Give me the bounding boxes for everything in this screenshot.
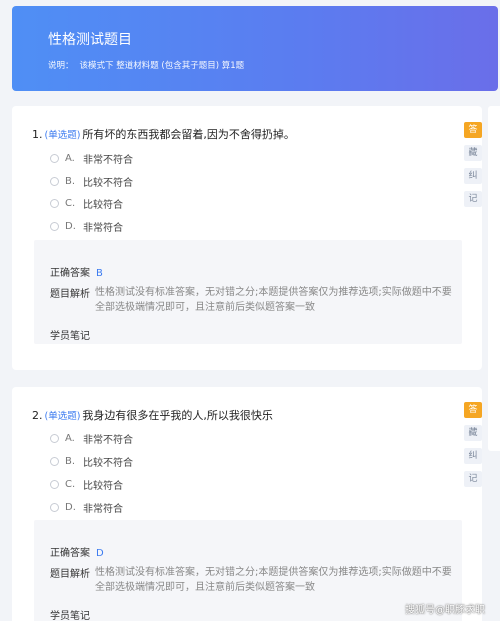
- answer-label: 正确答案: [50, 548, 90, 559]
- option-letter: D.: [65, 502, 76, 513]
- option-letter: A.: [65, 433, 75, 444]
- question-title: 1. (单选题) 所有坏的东西我都会留着,因为不舍得扔掉。: [32, 126, 295, 142]
- radio-icon[interactable]: [50, 154, 59, 163]
- option-label: 非常不符合: [83, 435, 133, 446]
- answer-value: B: [96, 268, 103, 279]
- question-text: 所有坏的东西我都会留着,因为不舍得扔掉。: [82, 128, 295, 141]
- option-label: 比较符合: [83, 481, 123, 492]
- page-title: 性格测试题目: [48, 32, 132, 48]
- option-d[interactable]: D. 非常符合: [50, 500, 123, 515]
- option-letter: D.: [65, 221, 76, 232]
- option-c[interactable]: C. 比较符合: [50, 196, 123, 211]
- answer-value: D: [96, 548, 104, 559]
- answer-tag-button[interactable]: 答: [464, 122, 482, 138]
- correct-answer: 正确答案 B: [50, 264, 103, 279]
- option-letter: B.: [65, 176, 76, 187]
- watermark: 搜狐号@职豚求职: [405, 605, 485, 616]
- student-notes[interactable]: 学员笔记: [50, 607, 90, 621]
- analysis-text: 性格测试没有标准答案，无对错之分;本题提供答案仅为推荐选项;实际做题中不要全部选…: [95, 287, 452, 313]
- option-letter: A.: [65, 153, 75, 164]
- option-label: 比较不符合: [83, 178, 133, 189]
- report-error-tag-button[interactable]: 纠: [464, 448, 482, 464]
- option-b[interactable]: B. 比较不符合: [50, 174, 133, 189]
- radio-icon[interactable]: [50, 503, 59, 512]
- question-number: 2.: [32, 409, 43, 422]
- radio-icon[interactable]: [50, 457, 59, 466]
- answer-tag-button[interactable]: 答: [464, 402, 482, 418]
- option-letter: C.: [65, 479, 76, 490]
- option-c[interactable]: C. 比较符合: [50, 477, 123, 492]
- favorite-tag-button[interactable]: 藏: [464, 145, 482, 161]
- option-label: 比较符合: [83, 200, 123, 211]
- answer-label: 正确答案: [50, 268, 90, 279]
- question-title: 2. (单选题) 我身边有很多在乎我的人,所以我很快乐: [32, 407, 273, 423]
- report-error-tag-button[interactable]: 纠: [464, 168, 482, 184]
- option-letter: B.: [65, 456, 76, 467]
- student-notes[interactable]: 学员笔记: [50, 327, 90, 342]
- radio-icon[interactable]: [50, 177, 59, 186]
- radio-icon[interactable]: [50, 434, 59, 443]
- note-tag-button[interactable]: 记: [464, 191, 482, 207]
- favorite-tag-button[interactable]: 藏: [464, 425, 482, 441]
- description-label: 说明：: [48, 61, 74, 71]
- question-type: (单选题): [44, 411, 81, 422]
- question-text: 我身边有很多在乎我的人,所以我很快乐: [82, 409, 273, 422]
- description-text: 该模式下 整道材料题 (包含其子题目) 算1题: [79, 61, 245, 71]
- radio-icon[interactable]: [50, 480, 59, 489]
- question-card: 2. (单选题) 我身边有很多在乎我的人,所以我很快乐 A. 非常不符合 B. 比较不符…: [12, 387, 482, 621]
- option-a[interactable]: A. 非常不符合: [50, 151, 133, 166]
- radio-icon[interactable]: [50, 222, 59, 231]
- page-header: 性格测试题目 说明： 该模式下 整道材料题 (包含其子题目) 算1题: [12, 6, 498, 91]
- option-label: 非常不符合: [83, 155, 133, 166]
- option-a[interactable]: A. 非常不符合: [50, 431, 133, 446]
- question-tools: 答 藏 纠 记: [464, 122, 482, 214]
- option-label: 比较不符合: [83, 458, 133, 469]
- question-card: 1. (单选题) 所有坏的东西我都会留着,因为不舍得扔掉。 A. 非常不符合 B. 比较…: [12, 106, 482, 370]
- question-tools: 答 藏 纠 记: [464, 402, 482, 494]
- answer-analysis-box: 正确答案 D 题目解析 性格测试没有标准答案，无对错之分;本题提供答案仅为推荐选项…: [34, 520, 462, 621]
- analysis-label: 题目解析: [50, 569, 90, 580]
- analysis-text: 性格测试没有标准答案，无对错之分;本题提供答案仅为推荐选项;实际做题中不要全部选…: [95, 567, 452, 593]
- option-label: 非常符合: [83, 223, 123, 234]
- answer-analysis-box: 正确答案 B 题目解析 性格测试没有标准答案，无对错之分;本题提供答案仅为推荐选项…: [34, 240, 462, 344]
- radio-icon[interactable]: [50, 199, 59, 208]
- analysis-label: 题目解析: [50, 289, 90, 300]
- answer-sheet-panel: [488, 106, 500, 451]
- option-letter: C.: [65, 198, 76, 209]
- option-d[interactable]: D. 非常符合: [50, 219, 123, 234]
- option-b[interactable]: B. 比较不符合: [50, 454, 133, 469]
- question-number: 1.: [32, 128, 43, 141]
- mode-description: 说明： 该模式下 整道材料题 (包含其子题目) 算1题: [48, 59, 250, 71]
- question-type: (单选题): [44, 130, 81, 141]
- correct-answer: 正确答案 D: [50, 544, 104, 559]
- note-tag-button[interactable]: 记: [464, 471, 482, 487]
- option-label: 非常符合: [83, 504, 123, 515]
